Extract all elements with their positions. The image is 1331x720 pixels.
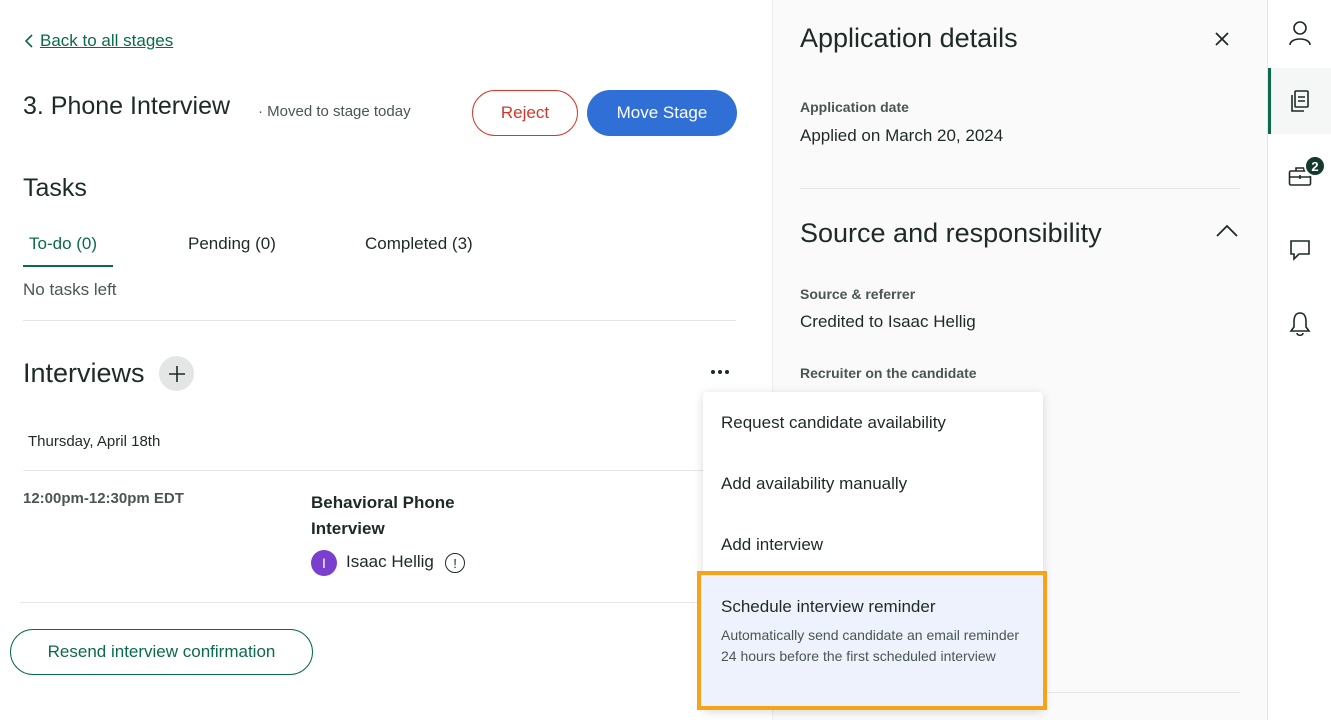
back-to-stages-link[interactable]: Back to all stages [24,31,173,51]
interview-divider [20,602,736,603]
date-divider [23,470,736,471]
application-date-value: Applied on March 20, 2024 [800,126,1004,145]
chevron-left-icon [24,34,33,48]
no-tasks-text: No tasks left [23,280,117,299]
resend-confirmation-button[interactable]: Resend interview confirmation [10,629,313,675]
menu-item-request-availability[interactable]: Request candidate availability [721,413,946,433]
rail-messages-button[interactable] [1268,217,1331,283]
jobs-count-badge: 2 [1304,155,1326,177]
menu-item-add-availability[interactable]: Add availability manually [721,474,907,494]
source-label: Source & referrer [800,286,916,302]
chevron-up-icon[interactable] [1215,222,1239,240]
documents-icon [1291,90,1309,112]
chat-icon [1290,240,1310,261]
icon-rail: 2 [1267,0,1331,720]
application-date-label: Application date [800,99,909,115]
interview-time: 12:00pm-12:30pm EDT [23,490,184,507]
rail-active-indicator [1268,68,1271,134]
reject-button[interactable]: Reject [472,90,578,136]
tab-completed[interactable]: Completed (3) [365,234,473,254]
menu-item-schedule-reminder[interactable]: Schedule interview reminder Automaticall… [697,571,1047,710]
source-value: Credited to Isaac Hellig [800,312,976,331]
interviewer-name: Isaac Hellig [346,552,434,571]
interview-name[interactable]: Behavioral Phone Interview [311,490,501,542]
more-options-button[interactable] [708,362,732,382]
tab-pending[interactable]: Pending (0) [188,234,276,254]
recruiter-label: Recruiter on the candidate [800,365,977,381]
close-icon[interactable] [1211,28,1233,50]
interview-date: Thursday, April 18th [28,433,161,450]
stage-moved-meta: · Moved to stage today [258,103,411,120]
bell-icon [1289,312,1311,337]
menu-item-add-interview[interactable]: Add interview [721,535,823,555]
tasks-divider [23,320,736,321]
panel-divider [800,188,1240,189]
add-interview-button[interactable] [159,356,194,391]
move-stage-button[interactable]: Move Stage [587,90,737,136]
interviews-heading: Interviews [23,358,145,388]
rail-notifications-button[interactable] [1268,291,1331,357]
tasks-heading: Tasks [23,174,87,202]
person-icon [1289,21,1311,46]
back-link-label: Back to all stages [40,31,174,50]
rail-jobs-button[interactable]: 2 [1268,143,1331,209]
stage-title: 3. Phone Interview [23,92,231,120]
active-tab-indicator [23,265,113,267]
schedule-reminder-label: Schedule interview reminder [721,597,936,616]
tab-todo[interactable]: To-do (0) [29,234,97,254]
schedule-reminder-description: Automatically send candidate an email re… [721,627,1020,664]
rail-profile-button[interactable] [1268,0,1331,66]
panel-title: Application details [800,23,1018,53]
main-column: Back to all stages 3. Phone Interview · … [0,0,772,720]
source-section-title[interactable]: Source and responsibility [800,218,1102,249]
info-icon[interactable]: ! [445,553,465,573]
rail-documents-button[interactable] [1268,68,1331,134]
plus-icon [168,365,185,382]
avatar: I [311,550,337,576]
